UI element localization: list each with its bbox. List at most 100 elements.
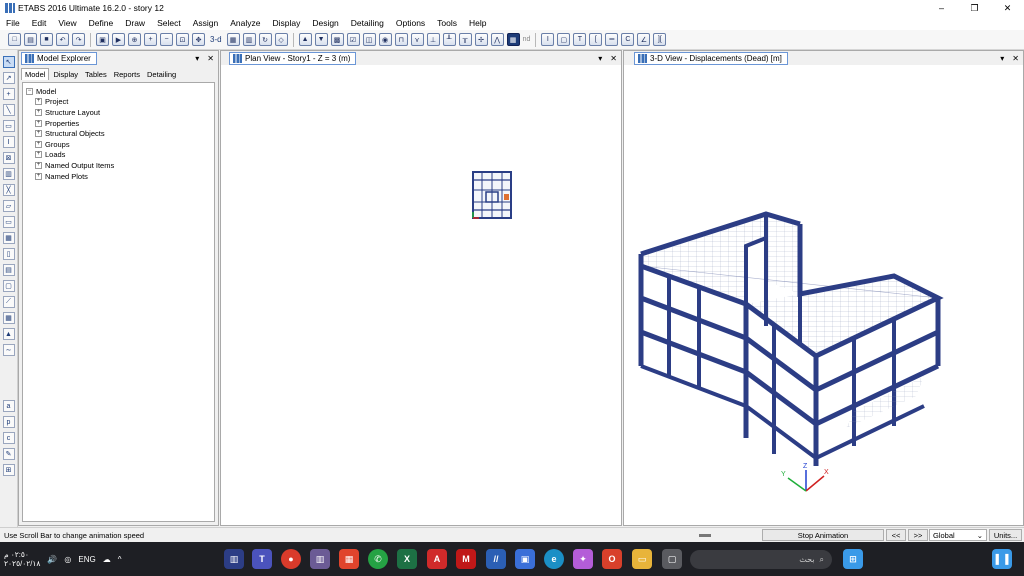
whatsapp-task-icon[interactable]: ✆ (368, 549, 388, 569)
object-shrink-icon[interactable]: ◫ (362, 33, 376, 46)
tab-reports[interactable]: Reports (111, 69, 143, 80)
double-channel-icon[interactable]: ][ (653, 33, 667, 46)
network-icon[interactable]: ◎ (64, 555, 71, 564)
draw-beam-icon[interactable]: ▭ (2, 120, 15, 132)
draw-joint-icon[interactable]: + (2, 88, 15, 100)
tree-node-named-plots[interactable]: + Named Plots (26, 171, 214, 182)
expand-icon[interactable]: + (35, 172, 42, 180)
panel-dropdown-icon[interactable]: ▾ (195, 54, 199, 63)
volume-icon[interactable]: 🔊 (47, 555, 57, 564)
teams-task-icon[interactable]: T (252, 549, 272, 569)
t-section-icon[interactable]: T (573, 33, 587, 46)
draw-opening-icon[interactable]: ▢ (2, 280, 15, 292)
zoom-out-icon[interactable]: − (160, 33, 173, 46)
tree-node-loads[interactable]: + Loads (26, 150, 214, 161)
draw-brace-icon[interactable]: ⊠ (2, 152, 15, 164)
move-up-icon[interactable]: ▲ (298, 33, 312, 46)
run-analysis-icon[interactable]: ▶ (112, 33, 125, 46)
tab-detailing[interactable]: Detailing (144, 69, 179, 80)
menu-file[interactable]: File (6, 18, 20, 28)
expand-icon[interactable]: + (35, 98, 42, 106)
expand-icon[interactable]: + (35, 140, 42, 148)
panel-close-icon[interactable]: ✕ (1012, 54, 1019, 63)
select-pointer-icon[interactable]: ↖ (2, 56, 15, 68)
view-3d-tab[interactable]: 3-D View - Displacements (Dead) [m] (634, 51, 788, 65)
draw-column-grid-icon[interactable]: ▥ (2, 168, 15, 180)
zoom-fit-icon[interactable]: ⊡ (176, 33, 189, 46)
panel-dropdown-icon[interactable]: ▾ (598, 54, 602, 63)
previous-selection-icon[interactable]: p (2, 416, 15, 428)
model-explorer-tab[interactable]: Model Explorer (21, 51, 97, 65)
copilot-task-icon[interactable]: ✦ (573, 549, 593, 569)
lock-icon[interactable]: ▣ (96, 33, 109, 46)
menu-tools[interactable]: Tools (437, 18, 457, 28)
tree-node-properties[interactable]: + Properties (26, 118, 214, 129)
rotate-icon[interactable]: ↻ (258, 33, 272, 46)
draw-link-icon[interactable]: ⟋ (2, 296, 15, 308)
snap-options-icon[interactable]: ✎ (2, 448, 15, 460)
draw-brace-grid-icon[interactable]: ╳ (2, 184, 15, 196)
mcafee-task-icon[interactable]: M (456, 549, 476, 569)
draw-frame-icon[interactable]: ╲ (2, 104, 15, 116)
draw-floor-grid-icon[interactable]: ▦ (2, 232, 15, 244)
shell-forces-icon[interactable]: ╨ (442, 33, 456, 46)
office-task-icon[interactable]: O (602, 549, 622, 569)
taskbar-search[interactable]: بحث ⌕ (690, 550, 832, 569)
frame-section-icon[interactable]: ⊓ (394, 33, 408, 46)
tree-node-named-output-items[interactable]: + Named Output Items (26, 160, 214, 171)
expand-icon[interactable]: + (35, 119, 42, 127)
open-icon[interactable]: ▤ (24, 33, 37, 46)
etabs-task-icon[interactable]: ▥ (224, 549, 244, 569)
next-button[interactable]: >> (908, 529, 928, 541)
perspective-icon[interactable]: ◇ (274, 33, 288, 46)
undo-icon[interactable]: ↶ (56, 33, 69, 46)
new-model-icon[interactable]: □ (8, 33, 21, 46)
menu-options[interactable]: Options (396, 18, 425, 28)
force-diagram-icon[interactable]: ⊥ (426, 33, 440, 46)
colorful-app-task-icon[interactable]: ▦ (339, 549, 359, 569)
menu-analyze[interactable]: Analyze (230, 18, 260, 28)
previous-button[interactable]: << (886, 529, 906, 541)
box-section-icon[interactable]: ▢ (557, 33, 571, 46)
elevation-view-icon[interactable]: ▥ (242, 33, 256, 46)
draw-wall-grid-icon[interactable]: ▤ (2, 264, 15, 276)
draw-rect-floor-icon[interactable]: ▭ (2, 216, 15, 228)
save-icon[interactable]: ■ (40, 33, 53, 46)
display-options-icon[interactable]: ▩ (330, 33, 344, 46)
store-task-icon[interactable]: ▣ (515, 549, 535, 569)
double-section-icon[interactable]: ═ (605, 33, 619, 46)
tree-node-model[interactable]: − Model (26, 86, 214, 97)
start-menu-icon[interactable]: ⊞ (843, 549, 863, 569)
structural-app-task-icon[interactable]: // (486, 549, 506, 569)
minimize-button[interactable]: – (925, 0, 958, 16)
c-section-icon[interactable]: C (621, 33, 635, 46)
menu-view[interactable]: View (58, 18, 76, 28)
tab-tables[interactable]: Tables (82, 69, 110, 80)
language-indicator[interactable]: ENG (78, 555, 95, 564)
expand-icon[interactable]: + (35, 108, 42, 116)
excel-task-icon[interactable]: X (397, 549, 417, 569)
show-desktop-icon[interactable]: ▌▐ (992, 549, 1012, 569)
menu-define[interactable]: Define (89, 18, 114, 28)
stop-animation-button[interactable]: Stop Animation (762, 529, 884, 541)
deformed-shape-icon[interactable]: ⋎ (410, 33, 424, 46)
angle-section-icon[interactable]: ∠ (637, 33, 651, 46)
menu-edit[interactable]: Edit (32, 18, 47, 28)
select-all-icon[interactable]: a (2, 400, 15, 412)
beam-icon[interactable]: ╥ (458, 33, 472, 46)
mode-shape-icon[interactable]: ⋀ (490, 33, 504, 46)
zoom-window-icon[interactable]: ⊕ (128, 33, 141, 46)
weather-icon[interactable]: ☁ (103, 555, 111, 564)
task-view-icon[interactable]: ▢ (662, 549, 682, 569)
joint-reactions-icon[interactable]: ✢ (474, 33, 488, 46)
check-icon[interactable]: ☑ (346, 33, 360, 46)
panel-close-icon[interactable]: ✕ (610, 54, 617, 63)
zoom-in-icon[interactable]: + (144, 33, 157, 46)
expand-icon[interactable]: + (35, 151, 42, 159)
draw-tendon-icon[interactable]: ▦ (2, 312, 15, 324)
panel-close-icon[interactable]: ✕ (207, 54, 214, 63)
menu-select[interactable]: Select (157, 18, 181, 28)
redo-icon[interactable]: ↷ (72, 33, 85, 46)
draw-wave-icon[interactable]: ∼ (2, 344, 15, 356)
panel-dropdown-icon[interactable]: ▾ (1000, 54, 1004, 63)
